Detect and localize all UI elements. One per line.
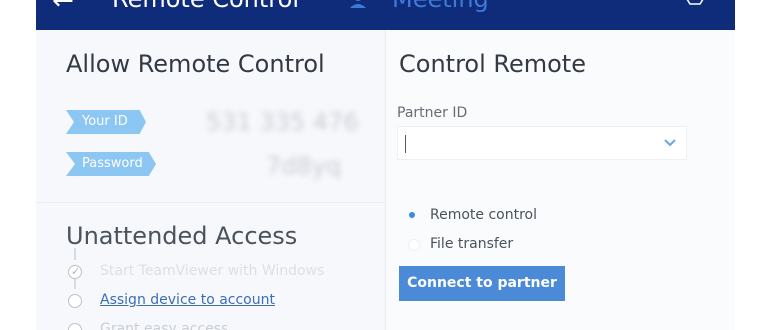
connect-to-partner-button[interactable]: Connect to partner [399, 266, 565, 301]
password-value: 7d8yq [266, 152, 342, 180]
text-caret [405, 135, 406, 153]
your-id-value: 531 335 476 [206, 108, 359, 136]
account-icon[interactable] [684, 0, 706, 6]
chevron-down-icon[interactable] [664, 139, 676, 147]
radio-selected-dot [409, 212, 415, 218]
radio-label: Remote control [430, 207, 537, 223]
partner-id-label: Partner ID [397, 105, 468, 121]
radio-label: File transfer [430, 236, 514, 252]
top-navigation-bar: ← Remote Control Meeting [36, 0, 735, 30]
tab-remote-control[interactable]: Remote Control [112, 0, 299, 13]
step-circle [68, 294, 82, 308]
allow-remote-control-heading: Allow Remote Control [66, 50, 325, 78]
control-remote-heading: Control Remote [399, 50, 586, 78]
tab-meeting[interactable]: Meeting [392, 0, 489, 13]
back-arrow-icon[interactable]: ← [52, 0, 74, 16]
step-circle [68, 323, 82, 330]
person-icon [350, 0, 366, 8]
control-remote-panel: Control Remote Partner ID Remote control… [386, 30, 735, 330]
partner-id-input[interactable] [397, 126, 687, 160]
steps-connector-line [74, 248, 76, 260]
your-id-label: Your ID [66, 110, 146, 134]
password-label: Password [66, 152, 156, 176]
unattended-access-heading: Unattended Access [66, 222, 298, 250]
assign-device-link[interactable]: Assign device to account [100, 292, 275, 308]
teamviewer-window: ← Remote Control Meeting Allow Remote Co… [36, 0, 735, 330]
step-label: Grant easy access [100, 321, 229, 330]
step-label: Start TeamViewer with Windows [100, 263, 325, 279]
section-divider [36, 202, 385, 203]
check-icon: ✓ [71, 265, 81, 278]
step-check-circle: ✓ [68, 265, 82, 279]
allow-remote-control-panel: Allow Remote Control Your ID 531 335 476… [36, 30, 386, 330]
radio-empty-circle [408, 239, 420, 251]
